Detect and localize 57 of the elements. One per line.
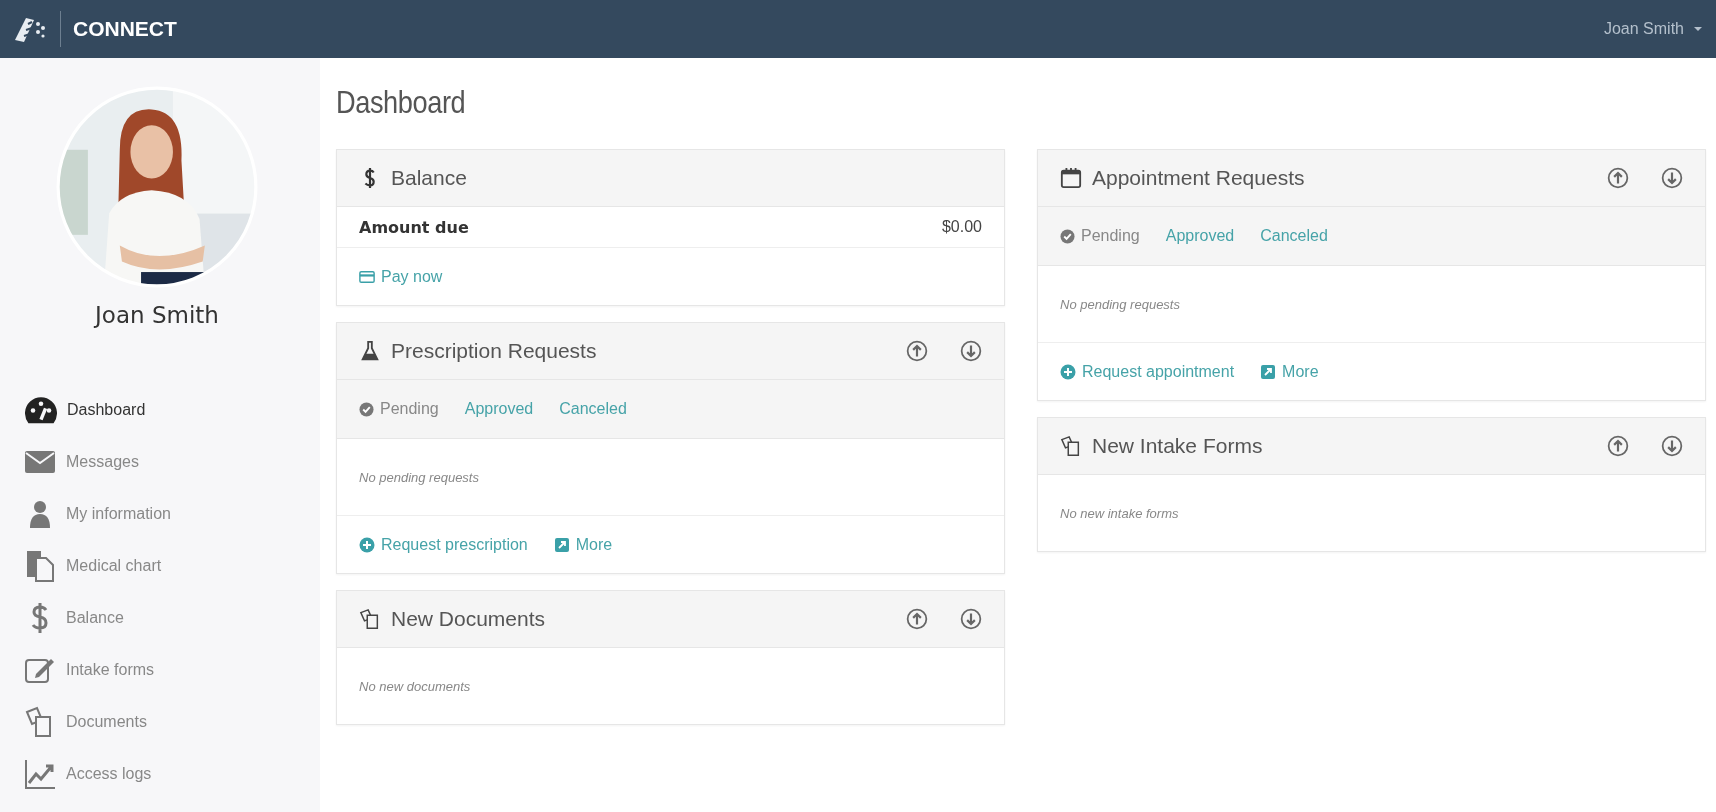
filter-tab[interactable]: Approved — [1165, 227, 1235, 245]
check-icon — [1060, 228, 1075, 244]
nav-item[interactable]: My information — [0, 488, 320, 540]
filter-tab[interactable]: Approved — [464, 400, 534, 418]
files-icon — [1060, 435, 1082, 457]
check-icon — [359, 401, 374, 417]
empty-message: No pending requests — [1060, 296, 1180, 312]
external-link-icon — [1260, 363, 1277, 380]
move-down-icon[interactable] — [1661, 435, 1683, 457]
trend-icon — [24, 758, 56, 790]
nav-item[interactable]: Intake forms — [0, 644, 320, 696]
move-down-icon[interactable] — [960, 608, 982, 630]
page-title: Dashboard — [336, 84, 466, 121]
brand-name: CONNECT — [73, 17, 177, 41]
user-menu[interactable]: Joan Smith — [1603, 16, 1702, 42]
filter-tab[interactable]: Pending — [359, 400, 439, 418]
filter-tab[interactable]: Canceled — [559, 400, 627, 418]
amount-label: Amount due — [359, 217, 469, 237]
move-up-icon[interactable] — [1607, 167, 1629, 189]
flask-icon — [359, 340, 381, 362]
move-up-icon[interactable] — [906, 340, 928, 362]
action-link[interactable]: Request prescription — [359, 535, 528, 554]
card-title: New Documents — [391, 607, 547, 631]
card-title: Balance — [391, 166, 468, 190]
move-up-icon[interactable] — [1607, 435, 1629, 457]
card-title: Prescription Requests — [391, 339, 598, 363]
plus-icon — [359, 536, 375, 553]
action-link[interactable]: More — [553, 535, 613, 554]
amount-value: $0.00 — [941, 218, 982, 236]
nav-item[interactable]: Documents — [0, 696, 320, 748]
action-link[interactable]: Pay now — [359, 267, 443, 286]
caret-icon — [1694, 27, 1702, 31]
nav-item[interactable]: Medical chart — [0, 540, 320, 592]
move-down-icon[interactable] — [1661, 167, 1683, 189]
plus-icon — [1060, 363, 1076, 380]
card-title: New Intake Forms — [1092, 434, 1264, 458]
move-up-icon[interactable] — [906, 608, 928, 630]
chart-icon — [24, 550, 56, 582]
nav-item[interactable]: Access logs — [0, 748, 320, 800]
nav-item[interactable]: Dashboard — [0, 384, 320, 436]
action-link[interactable]: More — [1260, 362, 1319, 381]
action-link[interactable]: Request appointment — [1060, 362, 1235, 381]
calendar-icon — [1060, 167, 1082, 189]
filter-tab[interactable]: Canceled — [1260, 227, 1328, 245]
credit-card-icon — [359, 268, 375, 285]
nav-item[interactable]: Balance — [0, 592, 320, 644]
move-down-icon[interactable] — [960, 340, 982, 362]
filter-tab[interactable]: Pending — [1060, 227, 1140, 245]
empty-message: No new documents — [359, 678, 471, 694]
empty-message: No new intake forms — [1060, 505, 1179, 521]
files-icon — [359, 608, 381, 630]
nav-item[interactable]: Messages — [0, 436, 320, 488]
card-title: Appointment Requests — [1092, 166, 1306, 190]
gauge-icon — [25, 394, 57, 426]
external-link-icon — [553, 536, 570, 553]
profile-name: Joan Smith — [92, 302, 220, 330]
empty-message: No pending requests — [359, 469, 479, 485]
